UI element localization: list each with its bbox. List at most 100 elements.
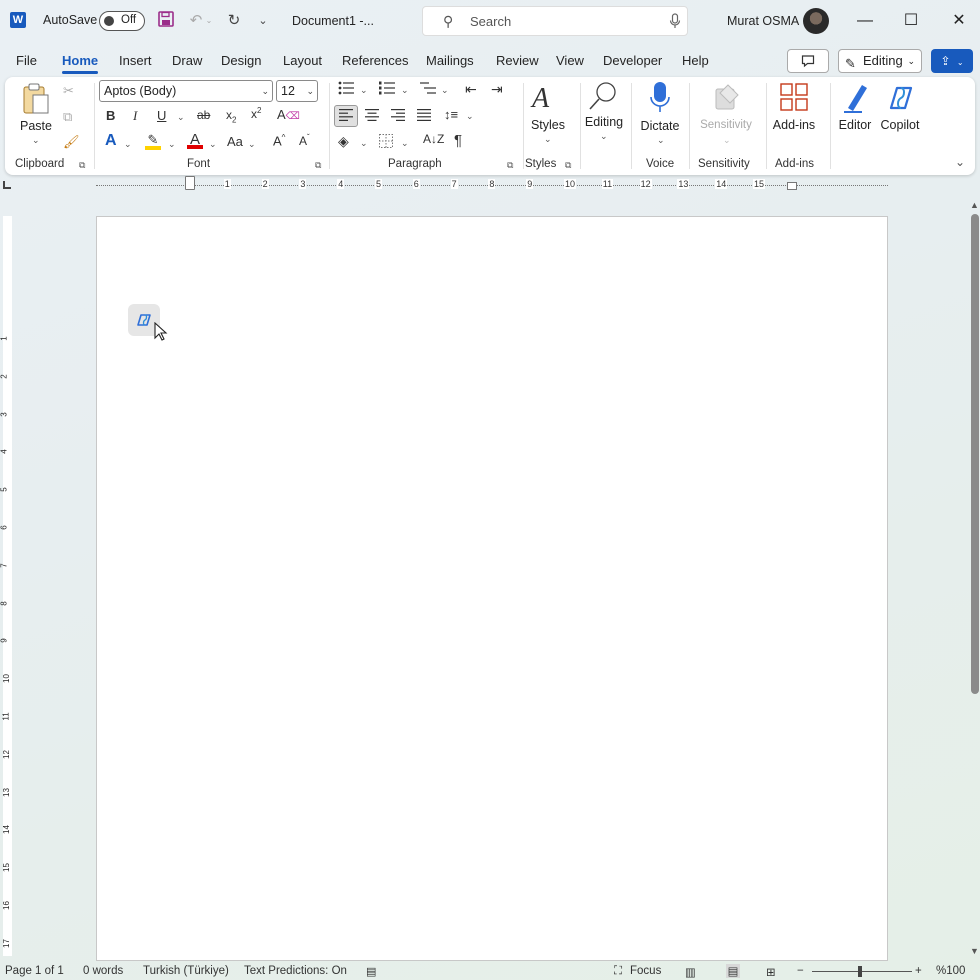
cut-icon[interactable]: ✂: [63, 83, 74, 99]
tab-selector-icon[interactable]: [3, 181, 11, 189]
styles-icon[interactable]: A: [532, 83, 549, 115]
align-right-icon[interactable]: [391, 109, 405, 124]
copilot-button-label[interactable]: Copilot: [878, 118, 922, 132]
increase-indent-icon[interactable]: ⇥: [491, 81, 503, 98]
align-left-button[interactable]: [334, 105, 358, 127]
underline-chevron-icon[interactable]: ⌄: [177, 112, 185, 123]
justify-icon[interactable]: [417, 109, 431, 124]
microphone-icon[interactable]: [669, 13, 681, 29]
focus-label[interactable]: Focus: [630, 965, 661, 977]
paste-label[interactable]: Paste: [17, 119, 55, 133]
bullets-icon[interactable]: [338, 81, 354, 98]
tab-review[interactable]: Review: [496, 53, 539, 68]
format-painter-icon[interactable]: 🖌: [63, 134, 80, 150]
share-button[interactable]: ⇪ ⌄: [931, 49, 973, 73]
dictate-microphone-icon[interactable]: [650, 81, 670, 116]
customize-quick-access-icon[interactable]: ⌄: [253, 11, 273, 31]
add-ins-button-label[interactable]: Add-ins: [771, 118, 817, 132]
highlight-chevron-icon[interactable]: ⌄: [168, 139, 176, 150]
shading-icon[interactable]: ◈: [338, 133, 349, 150]
autosave-toggle[interactable]: Off: [99, 11, 145, 31]
horizontal-ruler[interactable]: 1 2 3 4 5 6 7 8 9 10 11 12 13 14 15: [96, 176, 888, 193]
paste-icon[interactable]: [21, 83, 51, 115]
italic-button[interactable]: I: [133, 108, 137, 124]
grow-font-icon[interactable]: A^: [273, 133, 285, 148]
editing-mode-button[interactable]: ✎ Editing ⌄: [838, 49, 922, 73]
numbering-chevron-icon[interactable]: ⌄: [401, 85, 409, 96]
user-name[interactable]: Murat OSMA: [727, 14, 799, 28]
tab-draw[interactable]: Draw: [172, 53, 202, 68]
font-color-chevron-icon[interactable]: ⌄: [209, 139, 217, 150]
focus-icon[interactable]: ⛶: [614, 965, 622, 978]
styles-chevron-icon[interactable]: ⌄: [544, 134, 552, 145]
dictate-button-label[interactable]: Dictate: [637, 119, 683, 133]
tab-mailings[interactable]: Mailings: [426, 53, 474, 68]
subscript-button[interactable]: x2: [226, 108, 236, 124]
print-layout-icon[interactable]: ▤: [726, 964, 740, 978]
zoom-out-icon[interactable]: −: [797, 965, 804, 977]
underline-button[interactable]: U: [157, 108, 166, 123]
scrollbar-thumb[interactable]: [971, 214, 979, 694]
zoom-level[interactable]: %100: [936, 965, 965, 977]
vertical-scrollbar[interactable]: ▲ ▼: [968, 200, 980, 960]
save-icon[interactable]: [156, 11, 176, 31]
avatar[interactable]: [803, 8, 829, 34]
show-formatting-marks-icon[interactable]: ¶: [454, 132, 462, 149]
vertical-ruler[interactable]: 1 2 3 4 5 6 7 8 9 10 11 12 13 14 15 16 17: [0, 216, 14, 956]
tab-layout[interactable]: Layout: [283, 53, 322, 68]
superscript-button[interactable]: x2: [251, 106, 261, 121]
paste-chevron-icon[interactable]: ⌄: [32, 135, 40, 146]
font-dialog-launcher-icon[interactable]: ⧉: [315, 160, 321, 171]
text-effects-icon[interactable]: A: [105, 132, 117, 150]
multilevel-list-icon[interactable]: [420, 81, 436, 98]
tab-help[interactable]: Help: [682, 53, 709, 68]
scroll-up-icon[interactable]: ▲: [970, 200, 979, 210]
word-count[interactable]: 0 words: [83, 965, 123, 977]
styles-button-label[interactable]: Styles: [528, 118, 568, 132]
shrink-font-icon[interactable]: Aˇ: [299, 133, 310, 148]
language-indicator[interactable]: Turkish (Türkiye): [143, 965, 229, 977]
editing-chevron-icon[interactable]: ⌄: [600, 131, 608, 142]
tab-view[interactable]: View: [556, 53, 584, 68]
font-size-select[interactable]: 12 ⌄: [276, 80, 318, 102]
page-count[interactable]: Page 1 of 1: [5, 965, 64, 977]
tab-references[interactable]: References: [342, 53, 408, 68]
multilevel-chevron-icon[interactable]: ⌄: [441, 85, 449, 96]
dictate-chevron-icon[interactable]: ⌄: [657, 135, 665, 146]
zoom-slider-thumb[interactable]: [858, 966, 862, 977]
text-predictions-status[interactable]: Text Predictions: On: [244, 965, 347, 977]
bold-button[interactable]: B: [106, 108, 115, 123]
editing-button-label[interactable]: Editing: [582, 115, 626, 129]
tab-home[interactable]: Home: [62, 53, 99, 74]
tab-file[interactable]: File: [16, 53, 37, 68]
undo-dropdown-chevron-icon[interactable]: ⌄: [203, 11, 215, 31]
maximize-button[interactable]: ☐: [888, 6, 934, 36]
right-indent-marker-icon[interactable]: [787, 182, 797, 190]
accessibility-icon[interactable]: ▤: [366, 965, 376, 978]
tab-design[interactable]: Design: [221, 53, 261, 68]
font-family-select[interactable]: Aptos (Body) ⌄: [99, 80, 273, 102]
editor-icon[interactable]: [840, 82, 870, 117]
change-case-chevron-icon[interactable]: ⌄: [248, 139, 256, 150]
search-box[interactable]: ⚲ Search: [422, 6, 688, 36]
styles-dialog-launcher-icon[interactable]: ⧉: [565, 160, 571, 171]
read-mode-icon[interactable]: ▥: [685, 965, 696, 979]
paragraph-dialog-launcher-icon[interactable]: ⧉: [507, 160, 513, 171]
numbering-icon[interactable]: [379, 81, 395, 98]
close-button[interactable]: ✕: [936, 6, 980, 36]
strikethrough-button[interactable]: ab: [197, 108, 210, 122]
tab-developer[interactable]: Developer: [603, 53, 662, 68]
add-ins-icon[interactable]: [780, 83, 808, 114]
sort-icon[interactable]: A↓Z: [423, 132, 444, 146]
indent-marker-icon[interactable]: [185, 176, 195, 190]
text-effects-chevron-icon[interactable]: ⌄: [124, 139, 132, 150]
borders-chevron-icon[interactable]: ⌄: [401, 138, 409, 149]
line-spacing-chevron-icon[interactable]: ⌄: [466, 111, 474, 122]
font-color-button[interactable]: A: [187, 131, 203, 149]
tab-insert[interactable]: Insert: [119, 53, 152, 68]
find-icon[interactable]: [588, 81, 618, 114]
document-title[interactable]: Document1 -...: [292, 14, 374, 28]
align-center-icon[interactable]: [365, 109, 379, 124]
redo-icon[interactable]: ↻: [224, 11, 244, 31]
zoom-slider-track[interactable]: [812, 971, 912, 972]
